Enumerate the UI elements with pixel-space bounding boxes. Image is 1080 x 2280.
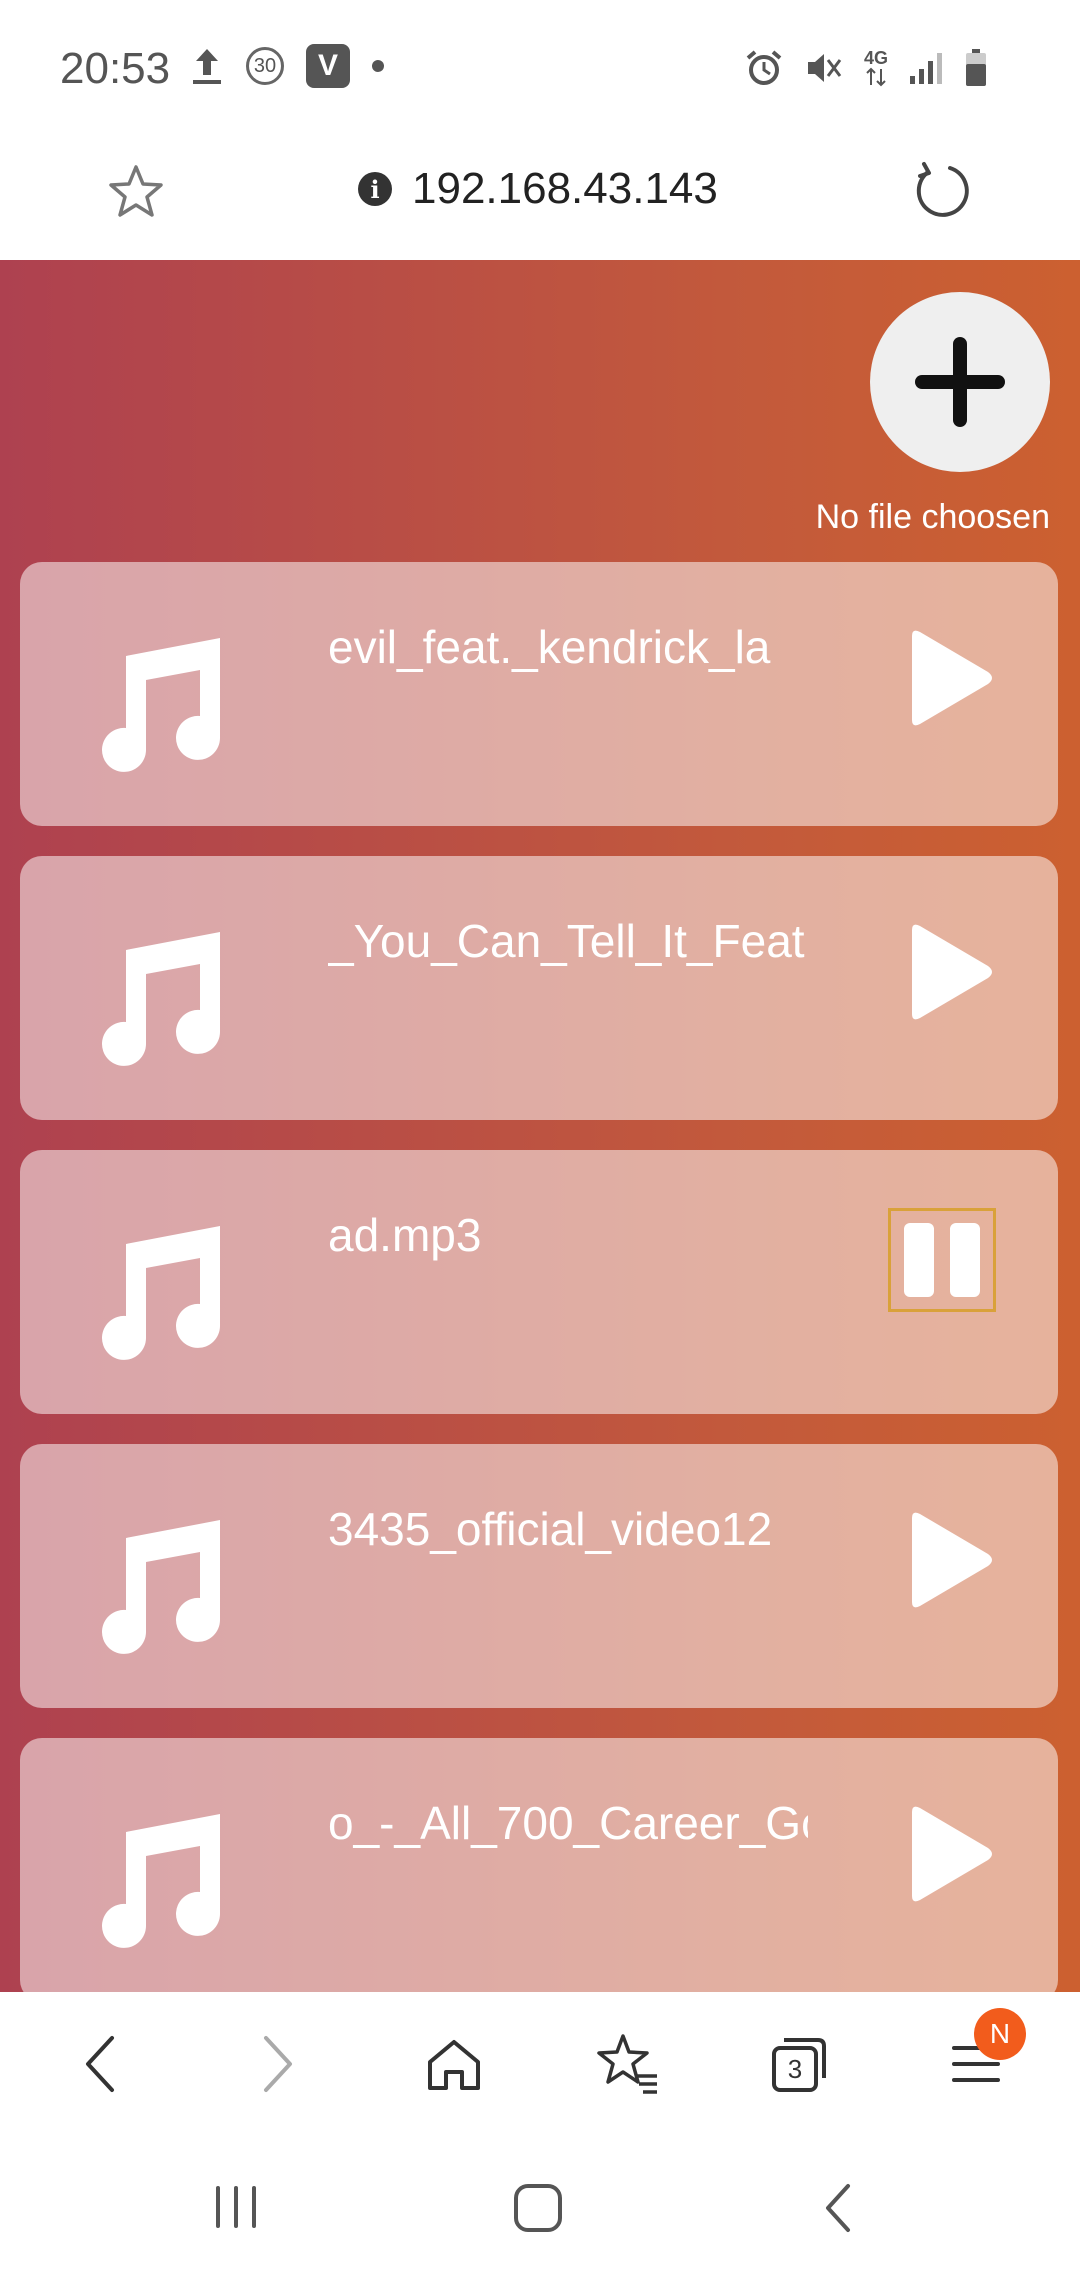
timer-30-icon: 30 xyxy=(246,47,284,85)
system-back-icon[interactable] xyxy=(818,2182,858,2239)
no-file-label: No file choosen xyxy=(815,498,1050,536)
site-info-icon[interactable]: i xyxy=(358,172,392,206)
music-note-icon xyxy=(102,1226,220,1360)
track-name: evil_feat._kendrick_la xyxy=(328,621,771,673)
play-icon[interactable] xyxy=(904,628,994,728)
recents-icon[interactable] xyxy=(206,2182,266,2237)
back-icon[interactable] xyxy=(60,2024,140,2104)
system-nav-bar xyxy=(0,2132,1080,2280)
upload-icon xyxy=(190,45,224,87)
status-time: 20:53 xyxy=(60,44,171,93)
play-icon[interactable] xyxy=(904,1804,994,1904)
track-item[interactable]: evil_feat._kendrick_la xyxy=(20,562,1058,826)
music-note-icon xyxy=(102,932,220,1066)
browser-toolbar: 3 N xyxy=(0,1992,1080,2132)
pause-icon xyxy=(904,1223,934,1297)
reload-icon[interactable] xyxy=(910,158,974,222)
forward-icon[interactable] xyxy=(238,2024,318,2104)
status-bar: 20:53 30 V 4G xyxy=(0,0,1080,140)
add-file-button[interactable] xyxy=(870,292,1050,472)
track-name: ad.mp3 xyxy=(328,1209,482,1261)
track-item[interactable]: 3435_official_video12 xyxy=(20,1444,1058,1708)
menu-badge: N xyxy=(974,2008,1026,2060)
music-note-icon xyxy=(102,1814,220,1948)
play-icon[interactable] xyxy=(904,922,994,1022)
bookmark-star-icon[interactable] xyxy=(106,162,166,222)
home-icon[interactable] xyxy=(414,2024,494,2104)
music-note-icon xyxy=(102,1520,220,1654)
address-field[interactable]: i 192.168.43.143 xyxy=(358,164,718,214)
url-text[interactable]: 192.168.43.143 xyxy=(412,164,718,214)
track-item[interactable]: _You_Can_Tell_It_Feat xyxy=(20,856,1058,1120)
track-name: o_-_All_700_Career_Go xyxy=(328,1797,808,1849)
v-app-icon: V xyxy=(306,44,350,88)
url-bar: i 192.168.43.143 xyxy=(0,140,1080,260)
notification-dot-icon xyxy=(372,60,384,72)
alarm-icon xyxy=(744,48,784,88)
track-name: 3435_official_video12 xyxy=(328,1503,773,1555)
player-page: No file choosen evil_feat._kendrick_la _… xyxy=(0,260,1080,1992)
tabs-count: 3 xyxy=(788,2054,802,2084)
tabs-icon[interactable]: 3 xyxy=(760,2024,840,2104)
music-note-icon xyxy=(102,638,220,772)
signal-icon xyxy=(908,50,944,86)
battery-icon xyxy=(964,48,988,88)
home-button-icon[interactable] xyxy=(510,2182,566,2239)
status-icons-left: 30 V xyxy=(190,44,384,88)
track-name: _You_Can_Tell_It_Feat xyxy=(328,915,805,967)
track-item[interactable]: o_-_All_700_Career_Go xyxy=(20,1738,1058,1992)
status-icons-right: 4G xyxy=(744,48,988,88)
mute-icon xyxy=(804,48,844,88)
track-item[interactable]: ad.mp3 xyxy=(20,1150,1058,1414)
bookmarks-icon[interactable] xyxy=(588,2024,668,2104)
play-icon[interactable] xyxy=(904,1510,994,1610)
network-4g-icon: 4G xyxy=(864,49,888,87)
pause-button[interactable] xyxy=(888,1208,996,1312)
